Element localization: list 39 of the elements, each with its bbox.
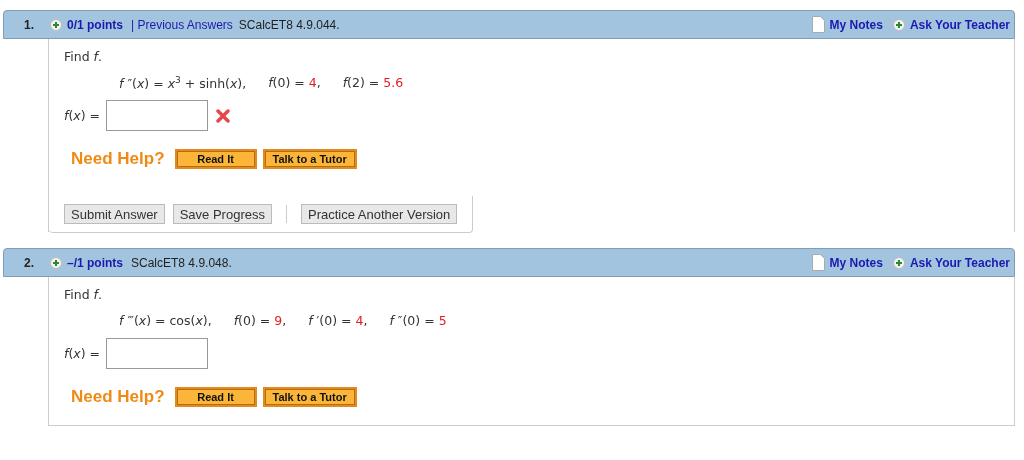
plus-icon	[892, 256, 905, 269]
plus-icon	[892, 18, 905, 31]
need-help-label: Need Help?	[71, 387, 165, 407]
answer-label: f(x) =	[64, 346, 101, 361]
equation-term: f(2) = 5.6	[342, 75, 404, 92]
action-button[interactable]: Submit Answer	[64, 204, 165, 224]
equation-term: f ″(x) = x$^{3}$ + sinh(x),	[119, 75, 247, 94]
help-button[interactable]: Talk to a Tutor	[262, 149, 357, 169]
ask-teacher-link[interactable]: Ask Your Teacher	[909, 255, 1010, 270]
equation-term: f ′(0) = 4,	[308, 313, 368, 330]
question-prompt: Find f.	[64, 286, 103, 304]
points-link[interactable]: –/1 points	[67, 255, 123, 270]
help-button[interactable]: Read It	[174, 149, 257, 169]
source-label: SCalcET8 4.9.044.	[238, 17, 340, 32]
answer-field[interactable]	[106, 100, 209, 131]
plus-icon	[50, 18, 62, 31]
equation-term: f ‴(x) = cos(x),	[119, 313, 212, 330]
equation-term: f(0) = 9,	[233, 313, 287, 330]
source-label: SCalcET8 4.9.048.	[131, 255, 232, 270]
practice-button[interactable]: Practice Another Version	[300, 204, 458, 224]
previous-answers-link[interactable]: | Previous Answers	[131, 17, 233, 32]
need-help-label: Need Help?	[71, 149, 165, 169]
document-icon	[811, 16, 825, 33]
plus-icon	[50, 256, 62, 269]
question-number: 2.	[23, 255, 34, 270]
question-prompt: Find f.	[64, 48, 103, 66]
answer-field[interactable]	[106, 338, 209, 369]
my-notes-link[interactable]: My Notes	[829, 255, 883, 270]
equation-term: f ″(0) = 5	[389, 313, 447, 330]
my-notes-link[interactable]: My Notes	[829, 17, 883, 32]
answer-label: f(x) =	[64, 108, 101, 123]
help-button[interactable]: Read It	[174, 387, 257, 407]
help-button[interactable]: Talk to a Tutor	[262, 387, 357, 407]
ask-teacher-link[interactable]: Ask Your Teacher	[909, 17, 1010, 32]
action-button[interactable]: Save Progress	[172, 204, 272, 224]
question-number: 1.	[23, 17, 34, 32]
document-icon	[811, 254, 825, 271]
points-link[interactable]: 0/1 points	[67, 17, 123, 32]
equation-term: f(0) = 4,	[268, 75, 321, 92]
